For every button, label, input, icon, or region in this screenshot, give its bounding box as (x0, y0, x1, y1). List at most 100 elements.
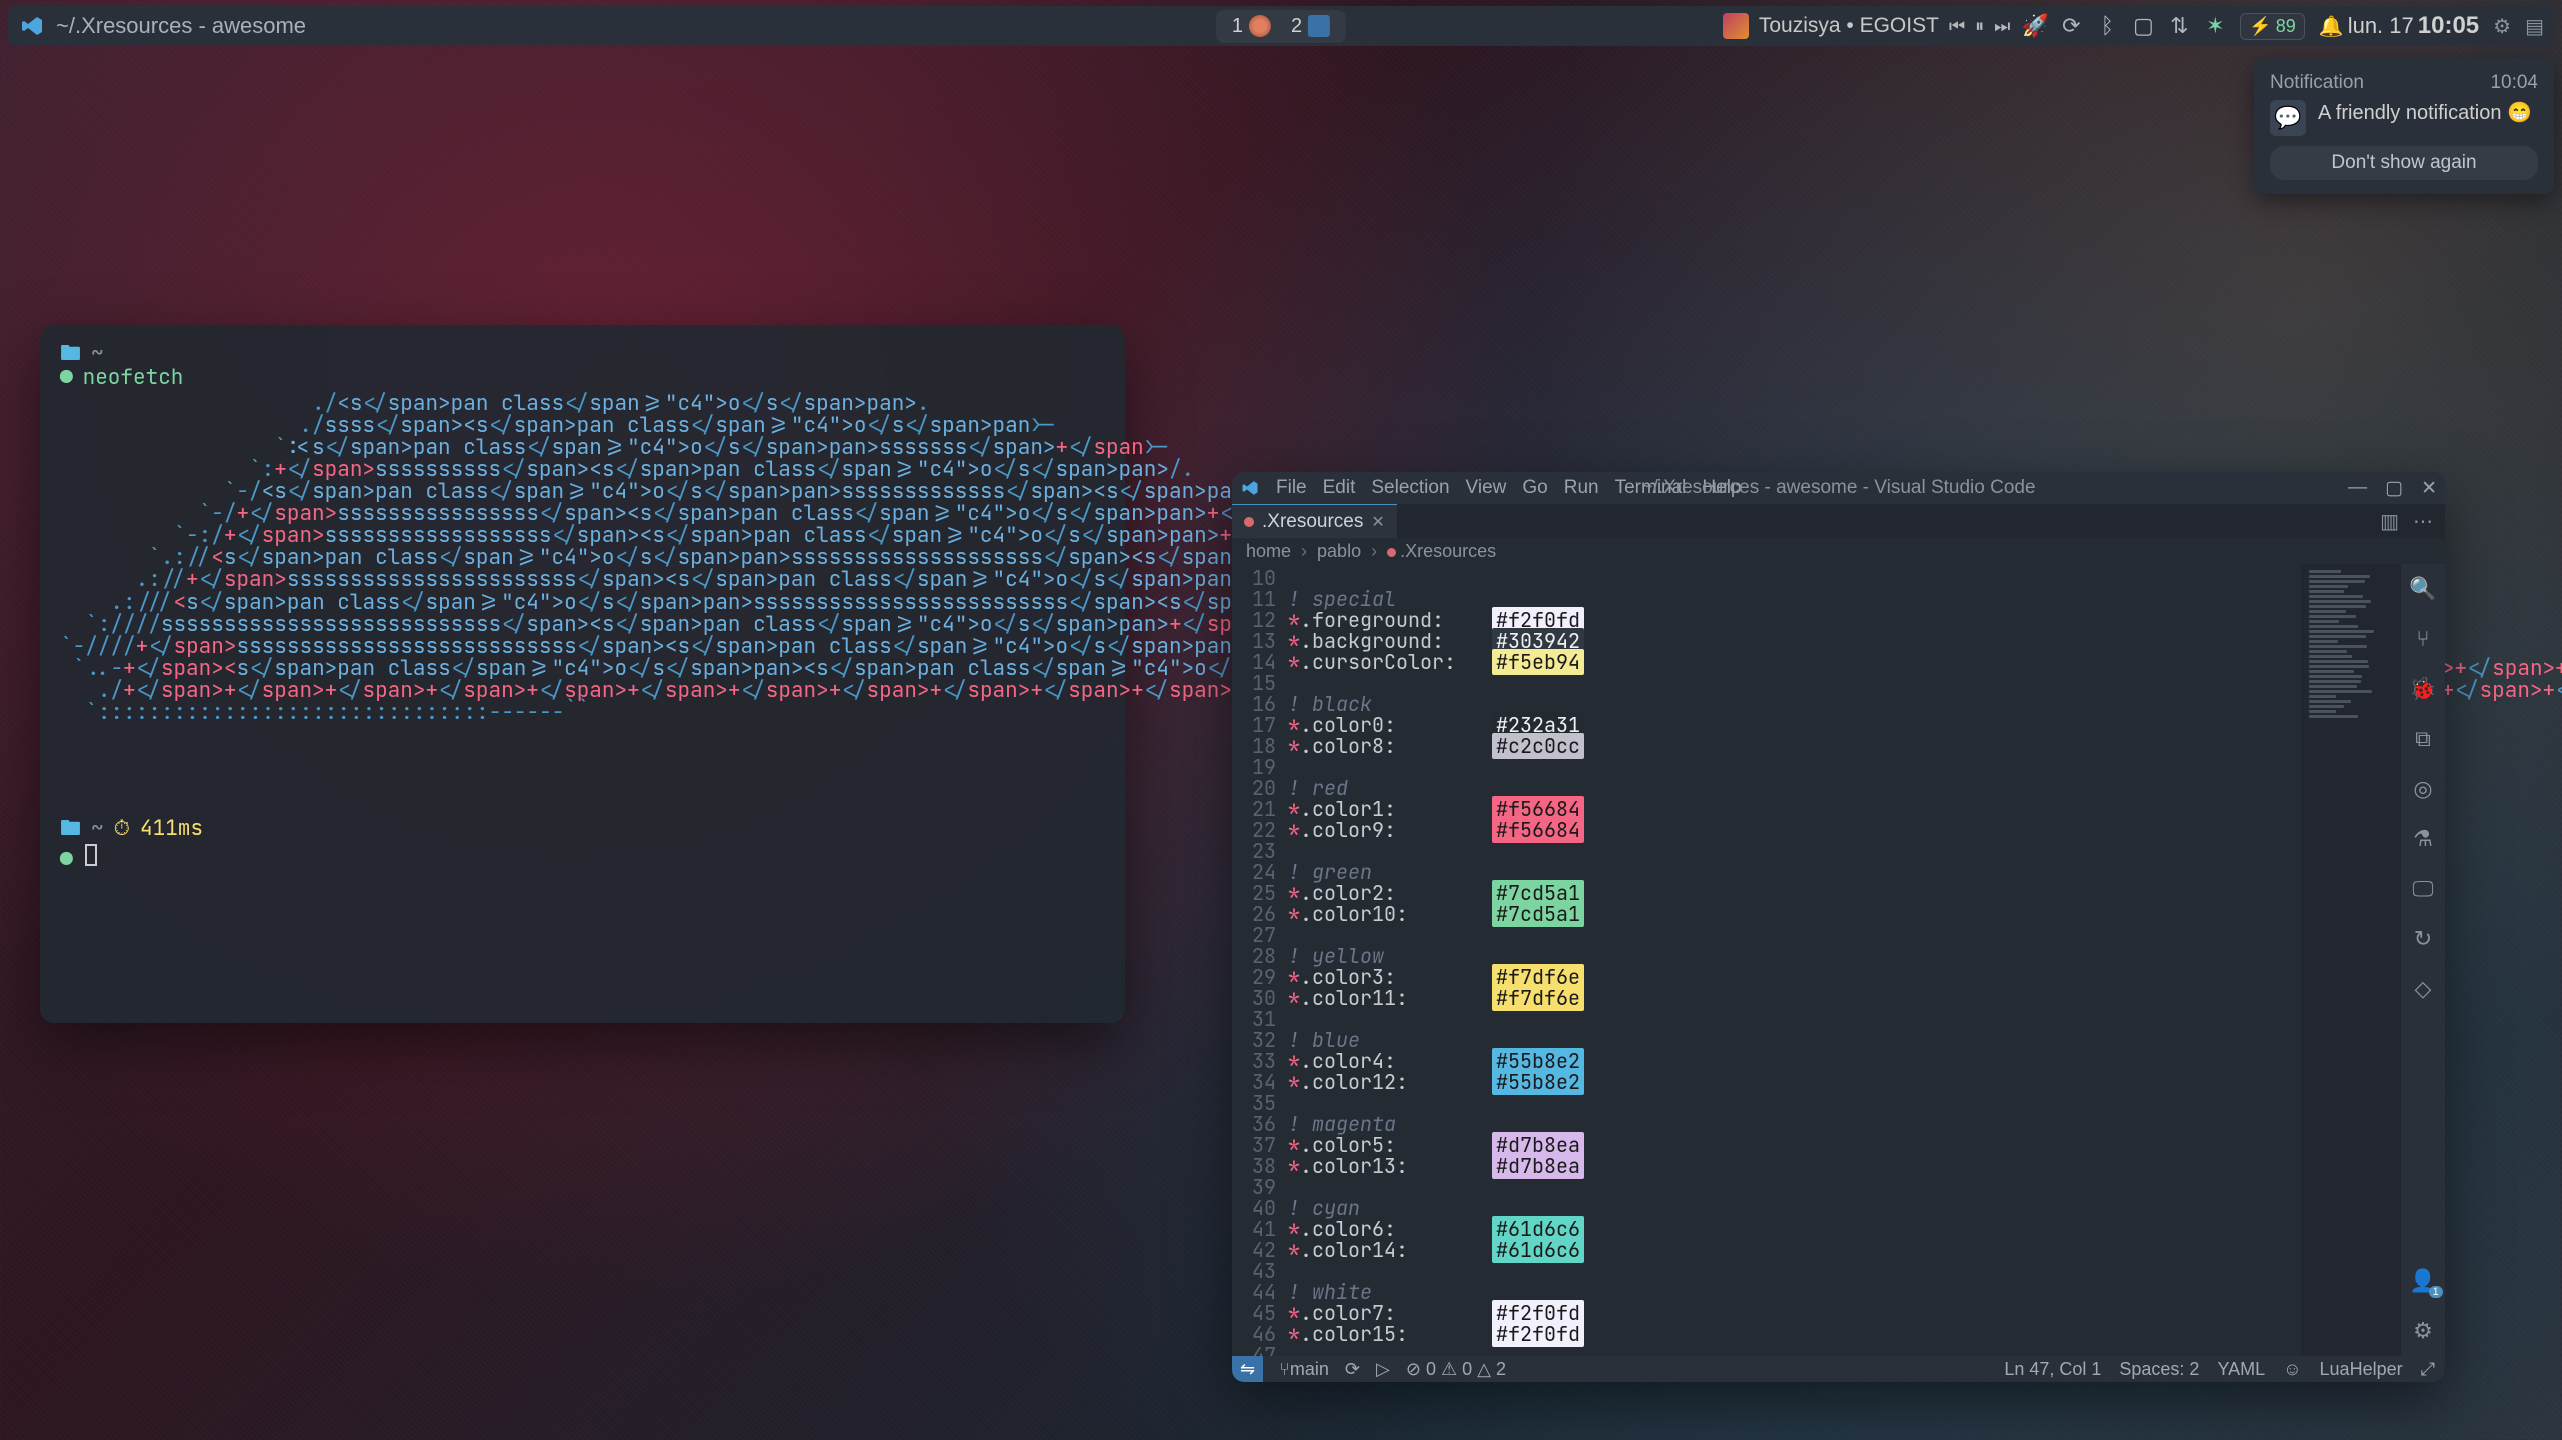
tag2-vscode-icon (1308, 15, 1330, 37)
tab-more-icon[interactable]: ⋯ (2413, 509, 2433, 534)
settings-icon[interactable]: ⚙ (2493, 14, 2511, 39)
prompt-bullet-icon: ● (60, 846, 73, 873)
track-title: Touzisya • EGOIST (1759, 14, 1939, 38)
folder-icon: 🖿 (60, 818, 81, 840)
prompt-bullet-icon: ● (60, 367, 73, 389)
crumb-file[interactable]: .Xresources (1400, 541, 1496, 561)
clock[interactable]: 🔔 lun. 17 10:05 (2319, 12, 2479, 40)
file-dot-icon (1244, 517, 1254, 527)
rocket-icon[interactable]: 🚀 (2024, 15, 2046, 37)
tag-1[interactable]: 1 (1224, 13, 1279, 40)
split-editor-icon[interactable]: ▥ (2380, 509, 2399, 534)
status-bar: ⇋ ⑂ main ⟳ ▷ ⊘ 0 ⚠ 0 △ 2 Ln 47, Col 1 Sp… (1232, 1356, 2445, 1382)
editor[interactable]: 1011121314151617181920212223242526272829… (1232, 564, 2301, 1356)
tilde-icon: ~ (91, 343, 104, 365)
menu-run[interactable]: Run (1564, 477, 1599, 499)
command-text: neofetch (83, 367, 184, 389)
remote-icon[interactable]: ◎ (2413, 776, 2432, 802)
file-dot-icon (1387, 548, 1396, 557)
line-gutter: 1011121314151617181920212223242526272829… (1232, 568, 1288, 1356)
menu-selection[interactable]: Selection (1371, 477, 1449, 499)
terminal-cursor (85, 844, 97, 866)
battery-percentage: 89 (2276, 16, 2296, 37)
search-icon[interactable]: 🔍 (2409, 576, 2436, 602)
battery-widget[interactable]: ⚡ 89 (2240, 13, 2304, 40)
build-button[interactable]: ▷ (1376, 1359, 1390, 1380)
pause-button[interactable]: ⏸ (1975, 16, 1984, 37)
tab-label: .Xresources (1262, 511, 1363, 533)
tag1-avatar-icon (1249, 15, 1271, 37)
notification-timestamp: 10:04 (2490, 72, 2538, 94)
tab-xresources[interactable]: .Xresources ✕ (1232, 504, 1397, 538)
network-icon[interactable]: ⇅ (2168, 15, 2190, 37)
terminal-window[interactable]: 🖿 ~ ● neofetch ./<s</span>pan class</spa… (40, 325, 1125, 1023)
date-label: lun. 17 (2348, 13, 2414, 39)
prev-button[interactable]: ⏮ (1949, 16, 1965, 37)
test-icon[interactable]: ⚗ (2413, 826, 2433, 852)
vscode-icon (18, 12, 46, 40)
tag-icon[interactable]: ◇ (2415, 976, 2432, 1002)
activity-bar: 🔍 ⑂ 🐞 ⧉ ◎ ⚗ 🖵 ↻ ◇ 👤1 ⚙ (2401, 564, 2445, 1356)
feedback-icon[interactable]: ☺ (2283, 1359, 2301, 1380)
crumb-home[interactable]: home (1246, 541, 1291, 562)
cursor-position[interactable]: Ln 47, Col 1 (2004, 1359, 2101, 1380)
menu-file[interactable]: File (1276, 477, 1307, 499)
refresh-icon[interactable]: ↻ (2414, 926, 2432, 952)
layout-icon[interactable]: ▤ (2525, 14, 2544, 39)
minimap[interactable] (2301, 564, 2401, 1356)
language-mode[interactable]: YAML (2217, 1359, 2265, 1380)
account-icon[interactable]: 👤1 (2409, 1268, 2436, 1294)
sync-icon[interactable]: ⟳ (2060, 15, 2082, 37)
extensions-icon[interactable]: ⧉ (2415, 726, 2431, 752)
minimize-button[interactable]: — (2348, 477, 2367, 500)
debug-icon[interactable]: 🐞 (2409, 676, 2436, 702)
notification-message: A friendly notification 😁 (2318, 100, 2532, 136)
tab-bar: .Xresources ✕ ▥ ⋯ (1232, 504, 2445, 538)
menu-view[interactable]: View (1466, 477, 1507, 499)
album-art-icon (1723, 13, 1749, 39)
notification-title: Notification (2270, 72, 2364, 94)
vscode-icon (1240, 478, 1260, 498)
close-button[interactable]: ✕ (2421, 477, 2437, 500)
charging-icon: ⚡ (2249, 16, 2271, 37)
sync-button[interactable]: ⟳ (1345, 1359, 1360, 1380)
exec-time: 411ms (140, 818, 203, 840)
gear-icon[interactable]: ⚙ (2413, 1318, 2433, 1344)
app-icon[interactable]: ✶ (2204, 15, 2226, 37)
top-panel: ~/.Xresources - awesome 1 2 Touzisya • E… (8, 6, 2554, 46)
tilde-icon: ~ (91, 818, 104, 840)
code-area[interactable]: ! special*.foreground: #f2f0fd*.backgrou… (1288, 568, 2301, 1356)
monitor-icon[interactable]: 🖵 (2412, 876, 2433, 902)
menu-edit[interactable]: Edit (1323, 477, 1356, 499)
vscode-window: FileEditSelectionViewGoRunTerminalHelp ~… (1232, 472, 2445, 1382)
bluetooth-icon[interactable]: ᛒ (2096, 15, 2118, 37)
indent-setting[interactable]: Spaces: 2 (2119, 1359, 2199, 1380)
maximize-button[interactable]: ▢ (2385, 477, 2403, 500)
lua-helper[interactable]: LuaHelper (2320, 1359, 2403, 1380)
problems[interactable]: ⊘ 0 ⚠ 0 △ 2 (1406, 1359, 1506, 1380)
notification-popup: Notification 10:04 💬 A friendly notifica… (2254, 58, 2554, 194)
time-label: 10:05 (2418, 12, 2479, 40)
window-title: ~/.Xresources - awesome (56, 13, 306, 39)
taglist: 1 2 (1216, 10, 1346, 43)
message-icon: 💬 (2270, 100, 2306, 136)
tab-close-icon[interactable]: ✕ (1371, 512, 1384, 532)
git-branch[interactable]: ⑂ main (1279, 1359, 1329, 1380)
menu-go[interactable]: Go (1522, 477, 1547, 499)
expand-icon[interactable]: ⤢ (2421, 1359, 2435, 1380)
crumb-user[interactable]: pablo (1317, 541, 1361, 562)
tag-2[interactable]: 2 (1283, 13, 1338, 40)
bell-icon: 🔔 (2319, 14, 2344, 39)
breadcrumbs[interactable]: home› pablo› .Xresources (1232, 538, 2445, 564)
vscode-title: ~/.Xresources - awesome - Visual Studio … (1641, 477, 2035, 499)
clock-icon: ⏱ (114, 818, 130, 840)
now-playing: Touzisya • EGOIST ⏮ ⏸ ⏭ (1723, 13, 2010, 39)
remote-indicator[interactable]: ⇋ (1232, 1356, 1263, 1382)
screen-icon[interactable]: ▢ (2132, 15, 2154, 37)
neofetch-output: ./<s</span>pan class</span>="c4">o</s</s… (60, 393, 1105, 782)
next-button[interactable]: ⏭ (1994, 16, 2010, 37)
dismiss-button[interactable]: Don't show again (2270, 146, 2538, 180)
source-control-icon[interactable]: ⑂ (2416, 626, 2429, 652)
folder-icon: 🖿 (60, 343, 81, 365)
menubar: FileEditSelectionViewGoRunTerminalHelp ~… (1232, 472, 2445, 504)
